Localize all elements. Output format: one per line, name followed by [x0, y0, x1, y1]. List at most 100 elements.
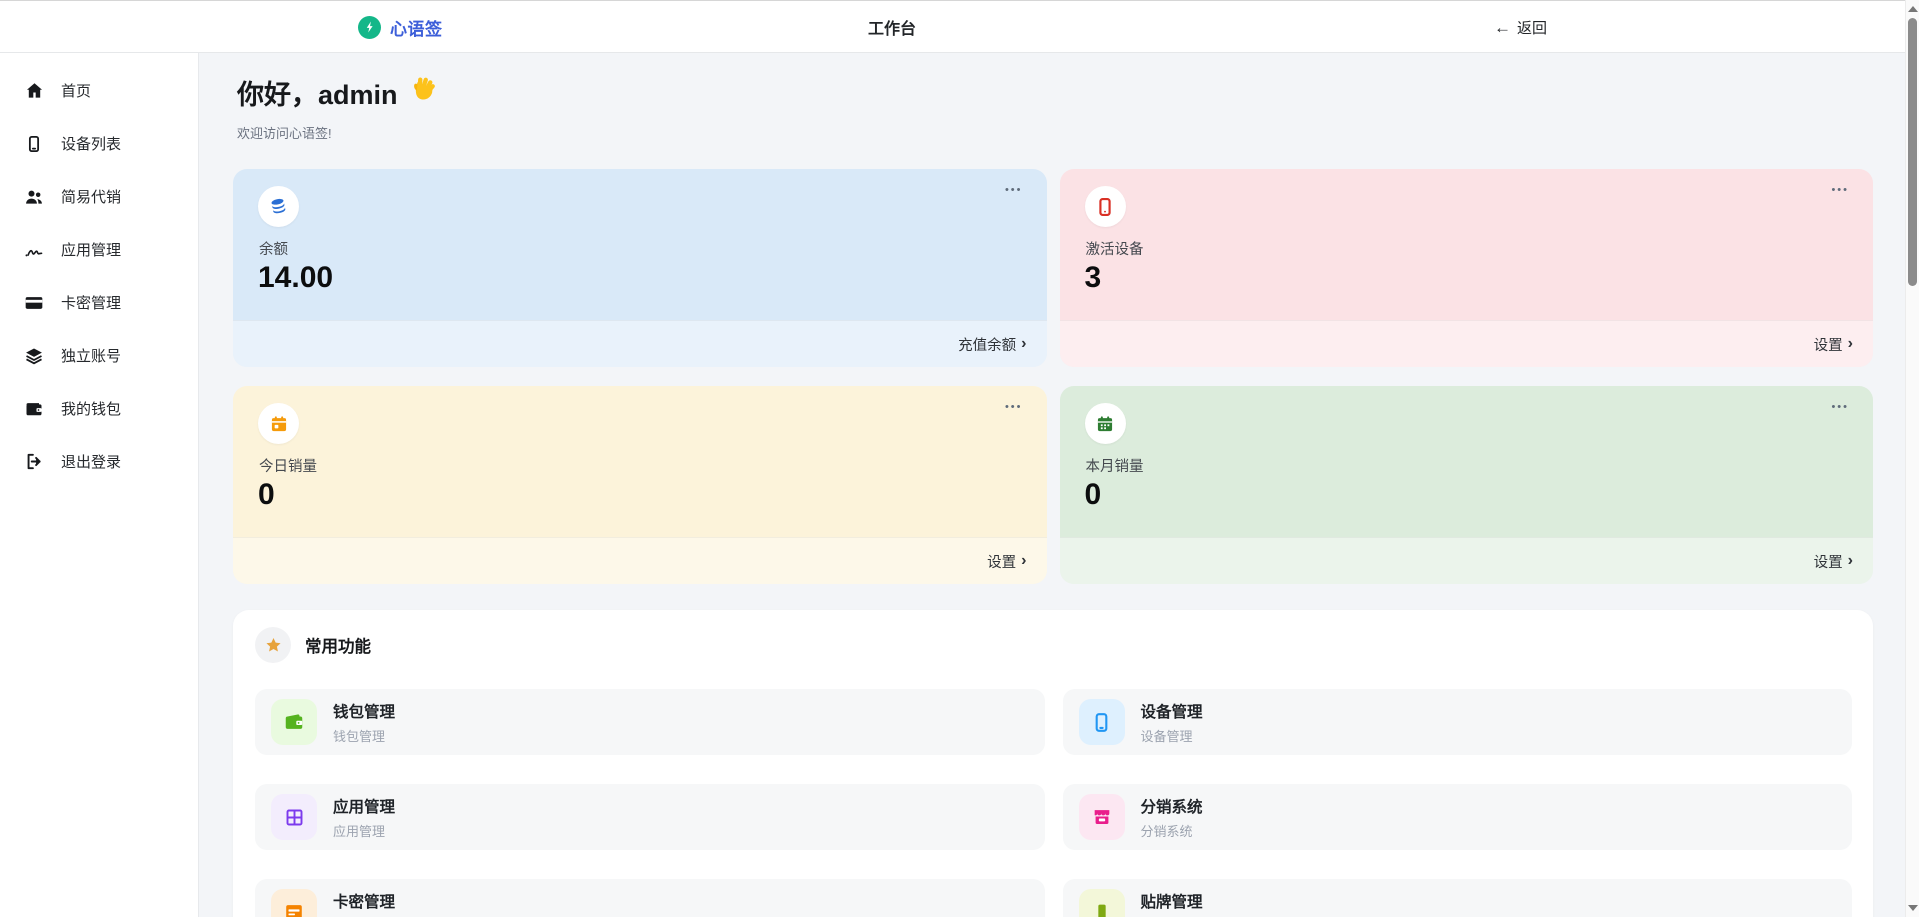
brand-bolt-icon — [358, 16, 381, 39]
card-menu-icon[interactable]: ••• — [999, 396, 1029, 419]
brand-phone-icon — [1079, 889, 1125, 917]
credit-card-icon — [271, 889, 317, 917]
back-button[interactable]: ← 返回 — [1494, 1, 1547, 53]
workbench-page: 心语签 工作台 ← 返回 首页 设备列表 简易代销 — [0, 0, 1919, 917]
smartphone-icon — [1079, 699, 1125, 745]
chevron-right-icon: › — [1021, 553, 1026, 569]
calendar-icon — [1085, 403, 1126, 444]
stat-card-today-sales: ••• 今日销量 0 设置 › — [233, 386, 1047, 584]
brand[interactable]: 心语签 — [358, 1, 443, 53]
quick-item-subtitle: 钱包管理 — [333, 726, 395, 745]
settings-action[interactable]: 设置 › — [1060, 320, 1874, 367]
action-label: 充值余额 — [958, 334, 1016, 355]
sidebar-item-devices[interactable]: 设备列表 — [0, 117, 198, 170]
phone-icon — [1085, 186, 1126, 227]
star-icon — [255, 627, 291, 663]
quick-item-title: 卡密管理 — [333, 890, 395, 912]
top-bar: 心语签 工作台 ← 返回 — [0, 0, 1919, 53]
stat-value: 14.00 — [258, 261, 333, 295]
back-arrow-icon: ← — [1494, 19, 1511, 36]
sidebar-item-label: 首页 — [61, 80, 91, 101]
card-menu-icon[interactable]: ••• — [999, 179, 1029, 202]
sidebar-item-reseller[interactable]: 简易代销 — [0, 170, 198, 223]
card-menu-icon[interactable]: ••• — [1825, 179, 1855, 202]
coins-icon — [258, 186, 299, 227]
back-label: 返回 — [1517, 17, 1547, 38]
scroll-down-arrow-icon[interactable] — [1908, 905, 1918, 911]
sidebar-item-label: 设备列表 — [61, 133, 121, 154]
settings-action[interactable]: 设置 › — [233, 537, 1047, 584]
recharge-balance-action[interactable]: 充值余额 › — [233, 320, 1047, 367]
stat-cards: ••• 余额 14.00 充值余额 › ••• 激活设备 3 — [233, 169, 1873, 584]
stat-value: 0 — [1085, 478, 1102, 512]
quick-item-wallet[interactable]: 钱包管理 钱包管理 — [255, 689, 1045, 755]
action-label: 设置 — [1814, 334, 1843, 355]
stat-card-month-sales: ••• 本月销量 0 设置 › — [1060, 386, 1874, 584]
quick-item-title: 贴牌管理 — [1141, 890, 1203, 912]
grid-icon — [271, 794, 317, 840]
quick-functions-panel: 常用功能 钱包管理 钱包管理 设备 — [233, 610, 1873, 917]
stat-label: 余额 — [259, 238, 288, 259]
quick-item-apps[interactable]: 应用管理 应用管理 — [255, 784, 1045, 850]
sidebar: 首页 设备列表 简易代销 应用管理 卡密管理 — [0, 53, 199, 917]
calendar-icon — [258, 403, 299, 444]
sidebar-item-label: 卡密管理 — [61, 292, 121, 313]
sidebar-item-apps[interactable]: 应用管理 — [0, 223, 198, 276]
stat-card-active-devices: ••• 激活设备 3 设置 › — [1060, 169, 1874, 367]
scroll-up-arrow-icon[interactable] — [1908, 6, 1918, 12]
sidebar-item-home[interactable]: 首页 — [0, 64, 198, 117]
greeting-subtitle: 欢迎访问心语签! — [237, 123, 438, 142]
card-key-icon — [24, 293, 44, 313]
main-content: 你好，admin 欢迎访问心语签! — [200, 53, 1919, 917]
sidebar-item-label: 应用管理 — [61, 239, 121, 260]
chevron-right-icon: › — [1848, 553, 1853, 569]
quick-item-title: 钱包管理 — [333, 700, 395, 722]
greeting-title: 你好，admin — [237, 73, 398, 112]
sidebar-item-wallet[interactable]: 我的钱包 — [0, 382, 198, 435]
quick-item-subtitle: 设备管理 — [1141, 726, 1203, 745]
home-icon — [24, 81, 44, 101]
logout-icon — [24, 452, 44, 472]
reseller-people-icon — [24, 187, 44, 207]
settings-action[interactable]: 设置 › — [1060, 537, 1874, 584]
sidebar-item-logout[interactable]: 退出登录 — [0, 435, 198, 488]
sidebar-item-label: 我的钱包 — [61, 398, 121, 419]
device-list-icon — [24, 134, 44, 154]
vertical-scrollbar[interactable] — [1905, 0, 1919, 917]
sidebar-item-cardkeys[interactable]: 卡密管理 — [0, 276, 198, 329]
quick-item-distribution[interactable]: 分销系统 分销系统 — [1063, 784, 1853, 850]
stat-label: 本月销量 — [1086, 455, 1144, 476]
quick-grid: 钱包管理 钱包管理 设备管理 设备管理 — [255, 689, 1852, 917]
wallet-icon — [24, 399, 44, 419]
stat-label: 今日销量 — [259, 455, 317, 476]
quick-section-title: 常用功能 — [305, 633, 371, 657]
quick-item-subtitle: 应用管理 — [333, 821, 395, 840]
chevron-right-icon: › — [1021, 336, 1026, 352]
sidebar-item-accounts[interactable]: 独立账号 — [0, 329, 198, 382]
chevron-right-icon: › — [1848, 336, 1853, 352]
action-label: 设置 — [1814, 551, 1843, 572]
quick-item-branding[interactable]: 贴牌管理 贴牌管理 — [1063, 879, 1853, 917]
stat-label: 激活设备 — [1086, 238, 1144, 259]
app-signature-icon — [24, 240, 44, 260]
brand-name: 心语签 — [390, 15, 443, 40]
page-title: 工作台 — [810, 1, 974, 53]
quick-item-cardkeys[interactable]: 卡密管理 卡密管理 — [255, 879, 1045, 917]
sidebar-item-label: 独立账号 — [61, 345, 121, 366]
quick-item-title: 设备管理 — [1141, 700, 1203, 722]
greeting: 你好，admin 欢迎访问心语签! — [237, 73, 438, 142]
card-menu-icon[interactable]: ••• — [1825, 396, 1855, 419]
wallet-icon — [271, 699, 317, 745]
stat-card-balance: ••• 余额 14.00 充值余额 › — [233, 169, 1047, 367]
sidebar-item-label: 简易代销 — [61, 186, 121, 207]
quick-item-title: 分销系统 — [1141, 795, 1203, 817]
quick-item-devices[interactable]: 设备管理 设备管理 — [1063, 689, 1853, 755]
stat-value: 0 — [258, 478, 275, 512]
sidebar-item-label: 退出登录 — [61, 451, 121, 472]
storefront-icon — [1079, 794, 1125, 840]
scrollbar-thumb[interactable] — [1908, 18, 1917, 286]
stat-value: 3 — [1085, 261, 1102, 295]
action-label: 设置 — [987, 551, 1016, 572]
quick-item-title: 应用管理 — [333, 795, 395, 817]
layers-icon — [24, 346, 44, 366]
